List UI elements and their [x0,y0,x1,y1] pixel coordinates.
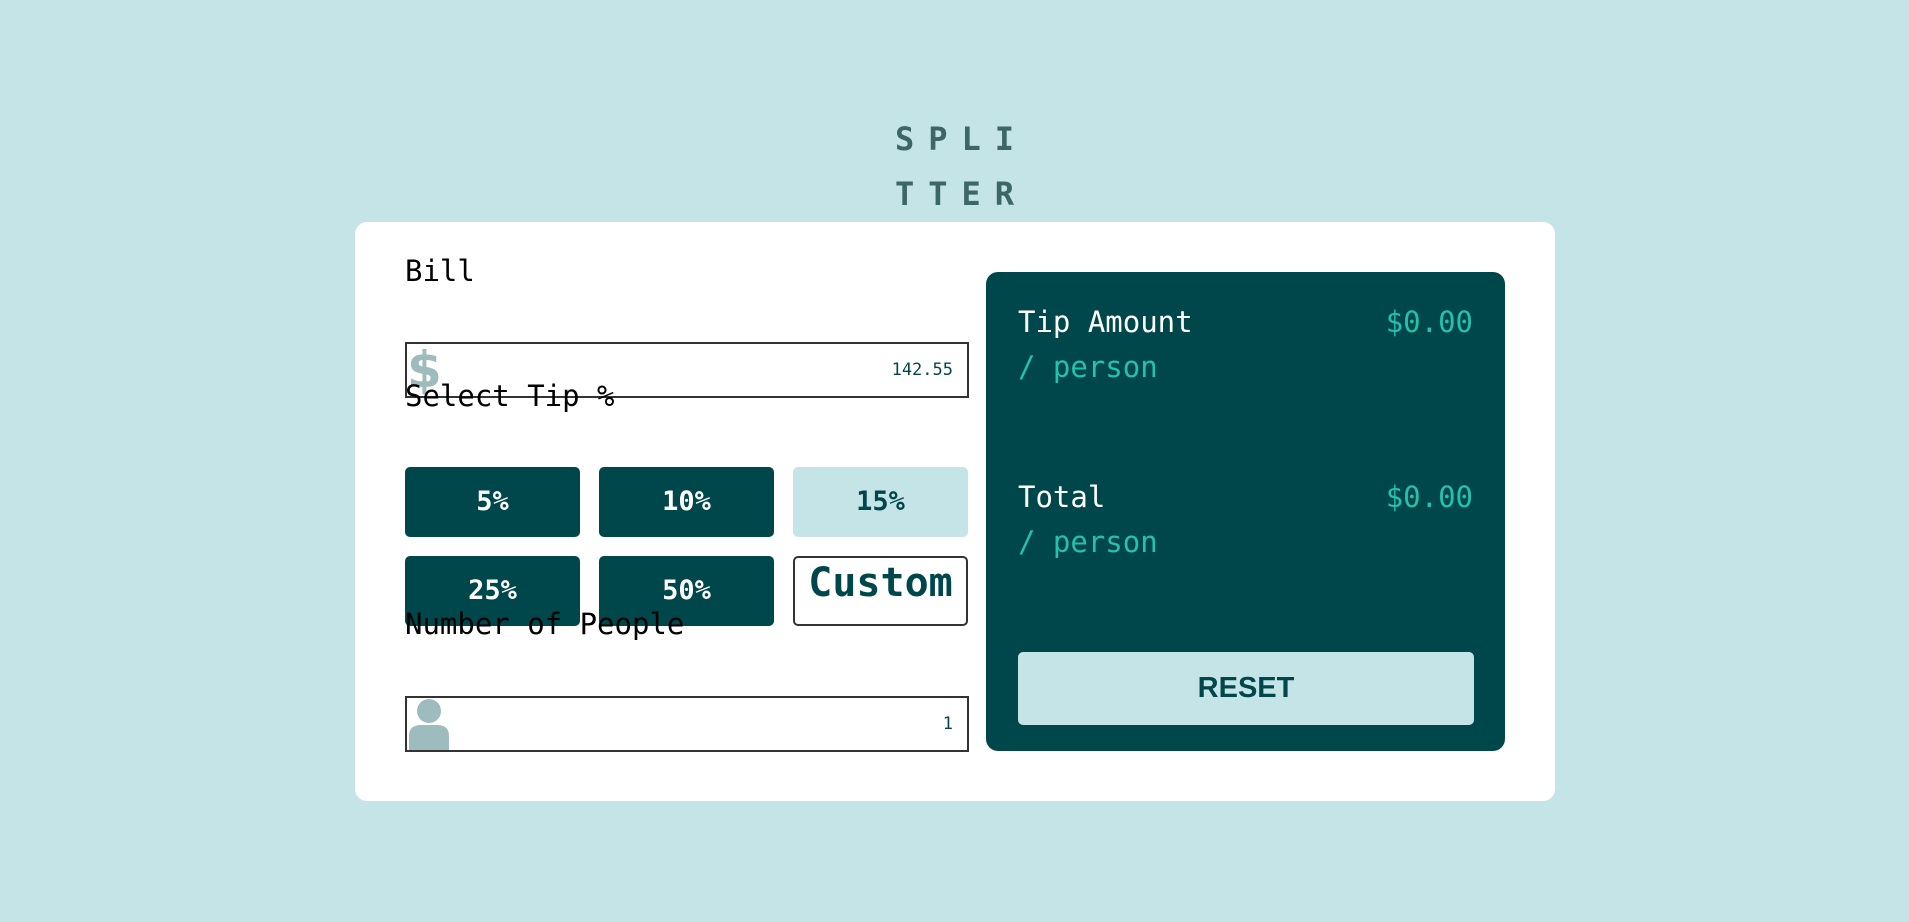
total-per-person: / person [1018,525,1158,559]
person-icon [409,699,449,750]
people-input[interactable] [533,698,953,750]
tip-button-15[interactable]: 15% [793,467,968,537]
tip-button-5[interactable]: 5% [405,467,580,537]
tip-amount-per-person: / person [1018,350,1158,384]
reset-button[interactable]: RESET [1018,652,1474,725]
select-tip-label: Select Tip % [405,379,615,413]
people-field[interactable] [405,696,969,752]
results-panel: Tip Amount / person $0.00 Total / person… [986,272,1505,751]
tip-amount-label: Tip Amount [1018,305,1193,339]
tip-button-10[interactable]: 10% [599,467,774,537]
bill-label: Bill [405,254,475,288]
people-label: Number of People [405,607,685,641]
custom-tip-input[interactable]: Custom [793,556,968,626]
total-value: $0.00 [1385,480,1473,514]
app-logo: SPLI TTER [0,112,1909,222]
logo-line-1: SPLI [894,120,1029,158]
calculator-card: Bill $ Select Tip % 5% 10% 15% 25% 50% C… [355,222,1555,801]
total-label: Total [1018,480,1106,514]
logo-line-2: TTER [894,175,1029,213]
tip-amount-value: $0.00 [1385,305,1473,339]
